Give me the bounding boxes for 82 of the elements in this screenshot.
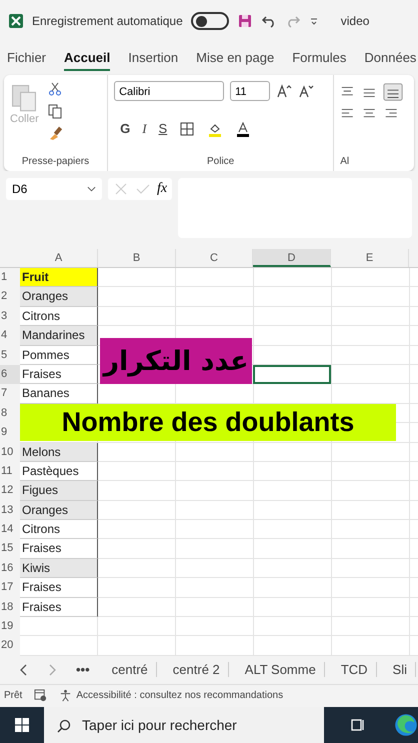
sheet-tab[interactable]: centré 2	[164, 662, 229, 678]
row-header[interactable]: 4	[0, 326, 20, 346]
excel-logo-icon	[8, 13, 24, 29]
shrink-font-icon[interactable]	[298, 83, 314, 99]
italic-button[interactable]: I	[142, 120, 147, 136]
sheet-tab[interactable]: ALT Somme	[236, 662, 325, 678]
table-cell: Mandarines	[20, 326, 98, 346]
row-header[interactable]: 6	[0, 364, 20, 384]
autosave-toggle[interactable]	[190, 12, 229, 30]
table-cell: Fraises	[20, 598, 98, 618]
row-header[interactable]: 14	[0, 520, 20, 540]
row-header[interactable]: 2	[0, 287, 20, 307]
accessibility-status[interactable]: Accessibilité : consultez nos recommandations	[76, 690, 284, 702]
ribbon-tab[interactable]: Insertion	[128, 46, 178, 71]
caption-text: عدد التكرار	[100, 338, 252, 384]
insert-function-button[interactable]: fx	[157, 181, 168, 197]
underline-button[interactable]: S	[158, 121, 168, 136]
taskbar-search-field[interactable]: Taper ici pour rechercher	[44, 706, 324, 743]
search-icon	[56, 718, 72, 734]
ribbon-tab[interactable]: Données	[364, 46, 416, 71]
task-view-icon[interactable]	[350, 716, 366, 733]
ribbon-tab[interactable]: Mise en page	[196, 46, 274, 71]
font-name-dropdown[interactable]: Calibri	[114, 81, 224, 101]
row-header[interactable]: 12	[0, 481, 20, 501]
row-header[interactable]: 20	[0, 636, 20, 656]
table-cell: Fraises	[20, 364, 98, 384]
table-cell: Figues	[20, 481, 98, 501]
save-icon[interactable]	[236, 13, 253, 29]
row-header[interactable]: 18	[0, 598, 20, 618]
ribbon-tab[interactable]: Accueil	[64, 46, 110, 71]
table-cell: Oranges	[20, 287, 98, 307]
browser-icon[interactable]	[394, 712, 418, 737]
font-color-icon[interactable]	[235, 120, 252, 136]
grow-font-icon[interactable]	[276, 83, 292, 99]
autosave-label: Enregistrement automatique	[32, 14, 183, 28]
more-sheets-button[interactable]: •••	[70, 662, 96, 678]
group-label: Al	[340, 156, 350, 167]
bold-button[interactable]: G	[120, 121, 130, 136]
ribbon-tab[interactable]: Fichier	[7, 46, 46, 71]
file-name: video	[340, 14, 370, 28]
row-header[interactable]: 7	[0, 384, 20, 404]
ribbon-tab[interactable]: Formules	[292, 46, 346, 71]
row-header[interactable]: 1	[0, 268, 20, 288]
column-header[interactable]: D	[253, 249, 331, 267]
sheet-tab[interactable]: centré	[104, 662, 157, 678]
table-cell: Pommes	[20, 346, 98, 365]
table-cell: Fruit	[20, 268, 98, 288]
group-label: Police	[206, 156, 236, 167]
sheet-tab[interactable]: TCD	[332, 662, 377, 678]
borders-icon[interactable]	[179, 120, 196, 136]
group-label: Presse-papiers	[20, 156, 90, 167]
column-header[interactable]: A	[20, 249, 98, 267]
row-header[interactable]: 10	[0, 442, 20, 462]
row-header[interactable]: 19	[0, 617, 20, 636]
row-header[interactable]: 13	[0, 500, 20, 520]
customize-icon[interactable]	[308, 16, 319, 26]
scissors-icon[interactable]	[46, 81, 63, 97]
row-header[interactable]: 8	[0, 404, 20, 424]
macro-icon[interactable]	[34, 689, 48, 702]
row-header[interactable]: 11	[0, 462, 20, 482]
copy-icon[interactable]	[46, 103, 63, 119]
name-box[interactable]: D6	[6, 178, 102, 200]
font-size-dropdown[interactable]: 11	[230, 81, 270, 101]
windows-start-icon[interactable]	[14, 716, 30, 733]
row-header[interactable]: 17	[0, 578, 20, 598]
row-header[interactable]: 9	[0, 423, 20, 443]
status-text: Prêt	[4, 690, 22, 702]
table-cell: Kiwis	[20, 558, 98, 578]
table-cell: Citrons	[20, 520, 98, 540]
table-cell: Fraises	[20, 578, 98, 598]
selected-cell[interactable]	[253, 364, 331, 384]
row-header[interactable]: 5	[0, 346, 20, 365]
table-cell: Melons	[20, 442, 98, 462]
row-header[interactable]: 15	[0, 539, 20, 559]
accessibility-icon[interactable]	[59, 689, 72, 702]
row-header[interactable]: 3	[0, 306, 20, 326]
column-header[interactable]: B	[98, 249, 176, 267]
caption-banner: Nombre des doublants	[20, 404, 396, 441]
table-cell: Oranges	[20, 500, 98, 520]
row-header[interactable]: 16	[0, 558, 20, 578]
column-header[interactable]: E	[331, 249, 409, 267]
sheet-tab[interactable]: Sli	[384, 662, 416, 678]
